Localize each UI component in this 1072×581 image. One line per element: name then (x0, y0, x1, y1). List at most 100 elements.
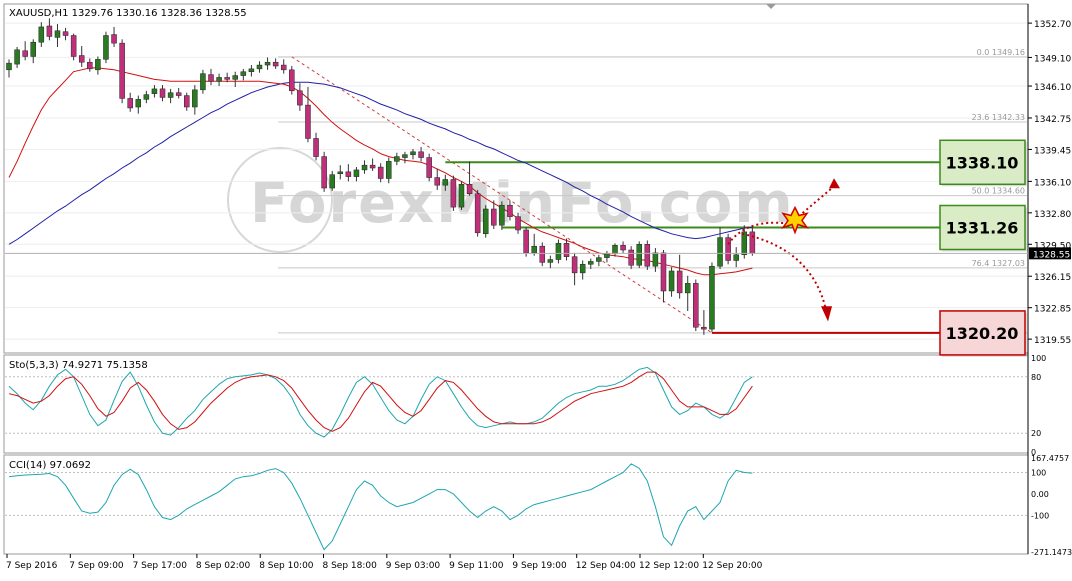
candle-body (135, 99, 142, 108)
price-tick-label: 1346.10 (1034, 83, 1071, 93)
candle (119, 39, 125, 104)
candle-body (555, 243, 562, 260)
stochastic-tick-label: 20 (1031, 429, 1041, 438)
price-tick-label: 1319.55 (1034, 336, 1071, 346)
candle-body (22, 50, 28, 57)
chart-background (0, 0, 1072, 577)
candle (200, 69, 206, 94)
time-tick-label: 12 Sep 04:00 (576, 561, 636, 571)
candle-body (394, 156, 400, 162)
candle-body (652, 252, 659, 267)
candle-body (709, 265, 715, 330)
candle-body (256, 64, 263, 70)
candle-body (200, 73, 206, 91)
candle-body (434, 177, 440, 186)
candle-body (321, 156, 327, 189)
candle-body (216, 77, 222, 82)
candle-body (386, 161, 392, 179)
candle-body (313, 138, 319, 157)
cci-tick-label: -271.1473 (1031, 548, 1072, 557)
candle-body (143, 94, 150, 100)
candle-body (70, 35, 77, 57)
candle-body (499, 204, 505, 226)
chart-root: ForexMinFo.com 0.0 1349.16 23.6 1342.33 50… (0, 0, 1072, 577)
price-tick-label: 1332.80 (1034, 210, 1071, 220)
candle-body (571, 256, 578, 274)
candle-body (660, 252, 667, 292)
price-tick-label: 1352.70 (1034, 20, 1071, 30)
candle-body (151, 88, 158, 94)
candle-body (208, 74, 214, 82)
candle-body (240, 71, 247, 76)
fib-level-label: 76.4 1327.03 (972, 259, 1025, 268)
cci-tick-label: 0.00 (1031, 490, 1049, 499)
price-tick-label: 1339.45 (1034, 146, 1071, 156)
level-box-label: 1338.10 (946, 153, 1019, 172)
stochastic-tick-label: 80 (1031, 373, 1041, 382)
candle (539, 242, 546, 267)
candle-body (95, 59, 101, 71)
time-tick-label: 8 Sep 02:00 (196, 561, 251, 571)
candle-body (369, 164, 376, 169)
candle-body (531, 245, 537, 254)
price-tick-label: 1342.75 (1034, 115, 1071, 125)
candle (458, 181, 465, 210)
level-box-label: 1320.20 (946, 324, 1019, 343)
stochastic-tick-label: 100 (1031, 354, 1046, 363)
fib-level-label: 23.6 1342.33 (972, 113, 1025, 122)
candle-body (6, 62, 12, 71)
time-tick-label: 8 Sep 18:00 (323, 561, 378, 571)
candle-body (361, 164, 368, 171)
candle-body (46, 25, 53, 37)
candle-body (741, 231, 748, 256)
time-tick-label: 12 Sep 12:00 (639, 561, 699, 571)
candle-body (353, 169, 360, 177)
candle-body (272, 61, 279, 67)
candle-body (644, 244, 651, 267)
candle-body (547, 259, 554, 263)
candle-body (515, 216, 521, 231)
candle-body (402, 154, 408, 158)
candle-body (264, 61, 271, 66)
candle-body (523, 229, 529, 254)
candle-body (442, 179, 449, 186)
candle-body (78, 55, 85, 63)
candle-body (103, 35, 109, 60)
candle-body (410, 151, 416, 155)
candle-body (248, 68, 255, 72)
time-tick-label: 7 Sep 17:00 (133, 561, 188, 571)
candle-body (224, 77, 230, 80)
candle-body (684, 283, 691, 294)
candle-body (329, 174, 335, 189)
candle-body (450, 179, 457, 208)
level-box-label: 1331.26 (946, 218, 1019, 237)
candle (555, 239, 562, 264)
cci-tick-label: 167.4757 (1031, 454, 1069, 463)
cci-tick-label: 100 (1031, 468, 1046, 477)
candle-body (482, 208, 489, 235)
candle-body (192, 89, 198, 108)
candle-body (87, 61, 93, 70)
level-labels: 1338.10 1331.26 1320.20 (939, 139, 1027, 357)
candle-body (119, 42, 125, 99)
candle-body (693, 283, 699, 328)
candle-body (636, 244, 642, 266)
candle-body (337, 171, 344, 174)
candle-body (507, 204, 513, 217)
time-tick-label: 7 Sep 2016 (6, 561, 58, 571)
candle (289, 66, 295, 95)
candle-body (539, 245, 546, 263)
candle (450, 175, 457, 211)
candle-body (305, 104, 311, 139)
candle (474, 189, 481, 237)
candle-body (38, 26, 45, 43)
symbol-header: XAUUSD,H1 1329.76 1330.16 1328.36 1328.5… (9, 8, 247, 19)
candle-body (62, 31, 69, 36)
candle-body (426, 157, 432, 178)
candle (321, 151, 327, 192)
candle-body (668, 270, 675, 292)
candle (709, 262, 715, 332)
candle-body (167, 92, 174, 98)
chart-canvas: ForexMinFo.com 0.0 1349.1623.6 1342.3350… (0, 0, 1072, 577)
time-tick-label: 7 Sep 09:00 (69, 561, 124, 571)
